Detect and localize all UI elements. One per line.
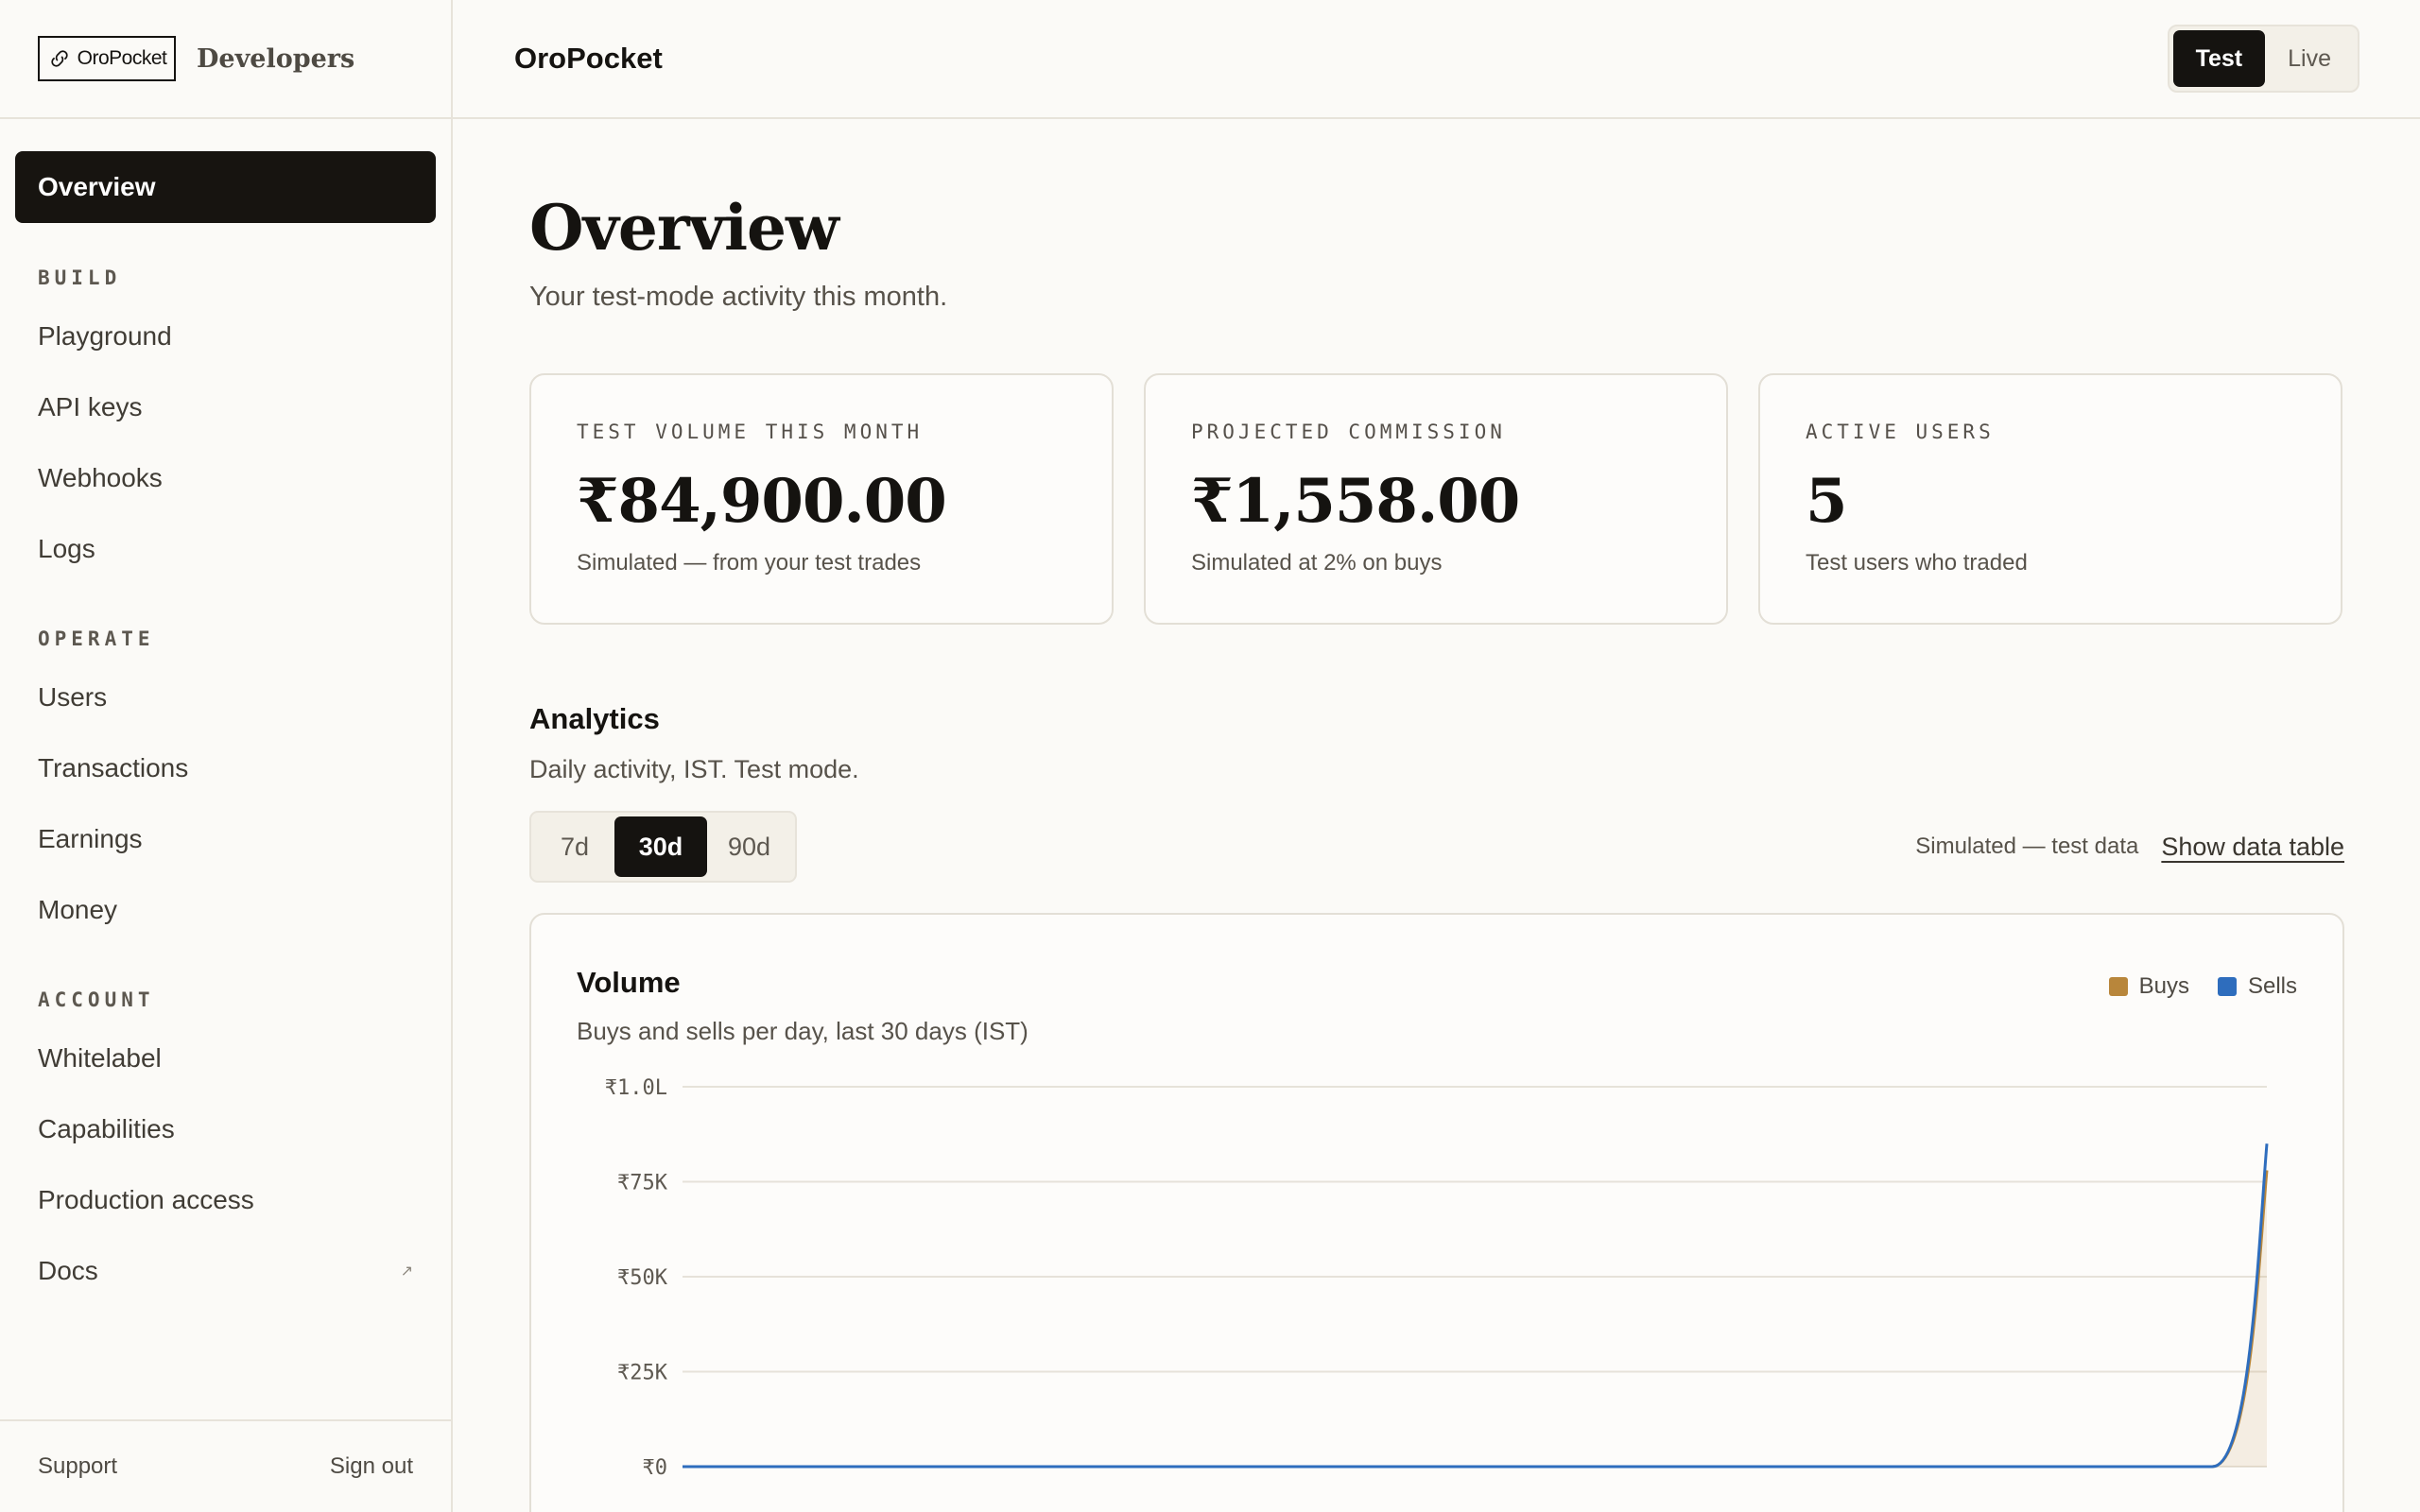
show-data-table-link[interactable]: Show data table [2161, 833, 2344, 862]
stat-value: ₹1,558.00 [1191, 466, 1520, 537]
topbar-title: OroPocket [514, 42, 663, 75]
page-subtitle: Your test-mode activity this month. [529, 282, 948, 312]
sidebar-footer: Support Sign out [0, 1419, 451, 1512]
sidebar-item-whitelabel[interactable]: Whitelabel [15, 1022, 436, 1093]
sidebar-item-playground[interactable]: Playground [15, 301, 436, 371]
sidebar-item-overview[interactable]: Overview [15, 151, 436, 223]
y-tick-label: ₹75K [617, 1172, 668, 1195]
logo[interactable]: OroPocket [38, 36, 176, 81]
sidebar-item-webhooks[interactable]: Webhooks [15, 442, 436, 513]
range-90d-button[interactable]: 90d [707, 816, 791, 877]
mode-live-button[interactable]: Live [2265, 30, 2354, 87]
external-link-icon: ↗ [400, 1263, 413, 1280]
series-line-sells [683, 1143, 2269, 1469]
section-label-build: BUILD [38, 266, 122, 289]
sidebar-item-logs[interactable]: Logs [15, 513, 436, 584]
series-area-buys [683, 1170, 2267, 1467]
range-selector: 7d 30d 90d [529, 811, 798, 883]
link-icon [50, 50, 68, 67]
stat-label: ACTIVE USERS [1806, 421, 1995, 443]
mode-toggle: Test Live [2167, 25, 2360, 93]
legend-swatch-buys [2108, 977, 2128, 996]
chart-title: Volume [577, 966, 681, 999]
stat-label: PROJECTED COMMISSION [1191, 421, 1506, 443]
stat-note: Simulated — from your test trades [577, 550, 922, 576]
y-tick-label: ₹25K [617, 1362, 668, 1385]
stat-card-volume: TEST VOLUME THIS MONTH ₹84,900.00 Simula… [529, 373, 1114, 625]
sign-out-link[interactable]: Sign out [330, 1453, 413, 1480]
chart-header: Volume Buys and sells per day, last 30 d… [577, 966, 2297, 1046]
stat-label: TEST VOLUME THIS MONTH [577, 421, 924, 443]
volume-chart-card: Volume Buys and sells per day, last 30 d… [529, 913, 2344, 1512]
analytics-subtitle: Daily activity, IST. Test mode. [529, 755, 859, 783]
sidebar-item-api-keys[interactable]: API keys [15, 371, 436, 442]
sidebar-item-transactions[interactable]: Transactions [15, 732, 436, 803]
stat-value: 5 [1806, 466, 1848, 537]
logo-text: OroPocket [77, 47, 167, 69]
stat-card-commission: PROJECTED COMMISSION ₹1,558.00 Simulated… [1144, 373, 1728, 625]
y-tick-label: ₹0 [643, 1456, 668, 1480]
range-7d-button[interactable]: 7d [535, 816, 614, 877]
legend-swatch-sells [2217, 977, 2237, 996]
brand-header: OroPocket Developers [0, 0, 451, 119]
sidebar-item-earnings[interactable]: Earnings [15, 803, 436, 874]
sidebar-item-docs[interactable]: Docs ↗ [15, 1235, 436, 1306]
topbar: OroPocket Test Live [453, 0, 2420, 119]
stat-value: ₹84,900.00 [577, 466, 947, 537]
simulated-note: Simulated — test data [1915, 833, 2139, 859]
stat-note: Simulated at 2% on buys [1191, 550, 1443, 576]
analytics-controls: 7d 30d 90d Simulated — test data Show da… [529, 811, 2344, 883]
range-30d-button[interactable]: 30d [614, 816, 707, 877]
stat-card-users: ACTIVE USERS 5 Test users who traded [1758, 373, 2342, 625]
mode-test-button[interactable]: Test [2172, 30, 2266, 87]
brand-section: Developers [197, 43, 355, 74]
main-content: Overview Your test-mode activity this mo… [529, 119, 2344, 1512]
sidebar-item-money[interactable]: Money [15, 874, 436, 945]
y-tick-label: ₹50K [617, 1266, 668, 1290]
section-label-operate: OPERATE [38, 627, 155, 650]
sidebar: OroPocket Developers Overview BUILD Play… [0, 0, 453, 1512]
analytics-title: Analytics [529, 702, 660, 735]
support-link[interactable]: Support [38, 1453, 117, 1480]
controls-right: Simulated — test data Show data table [1915, 833, 2344, 862]
volume-chart: ₹0 ₹25K ₹50K ₹75K ₹1.0L [605, 1076, 2269, 1480]
series-line-buys [683, 1170, 2269, 1469]
chart-legend: Buys Sells [2108, 973, 2297, 1000]
sidebar-item-production-access[interactable]: Production access [15, 1164, 436, 1235]
sidebar-item-capabilities[interactable]: Capabilities [15, 1093, 436, 1164]
sidebar-item-users[interactable]: Users [15, 662, 436, 732]
legend-item-sells: Sells [2217, 973, 2297, 1000]
page-title: Overview [529, 191, 839, 265]
stat-note: Test users who traded [1806, 550, 2028, 576]
y-tick-label: ₹1.0L [605, 1076, 667, 1100]
legend-item-buys: Buys [2108, 973, 2189, 1000]
chart-subtitle: Buys and sells per day, last 30 days (IS… [577, 1017, 1028, 1045]
stat-cards: TEST VOLUME THIS MONTH ₹84,900.00 Simula… [529, 373, 2344, 625]
sidebar-nav: Overview BUILD Playground API keys Webho… [0, 119, 451, 1306]
section-label-account: ACCOUNT [38, 988, 155, 1011]
